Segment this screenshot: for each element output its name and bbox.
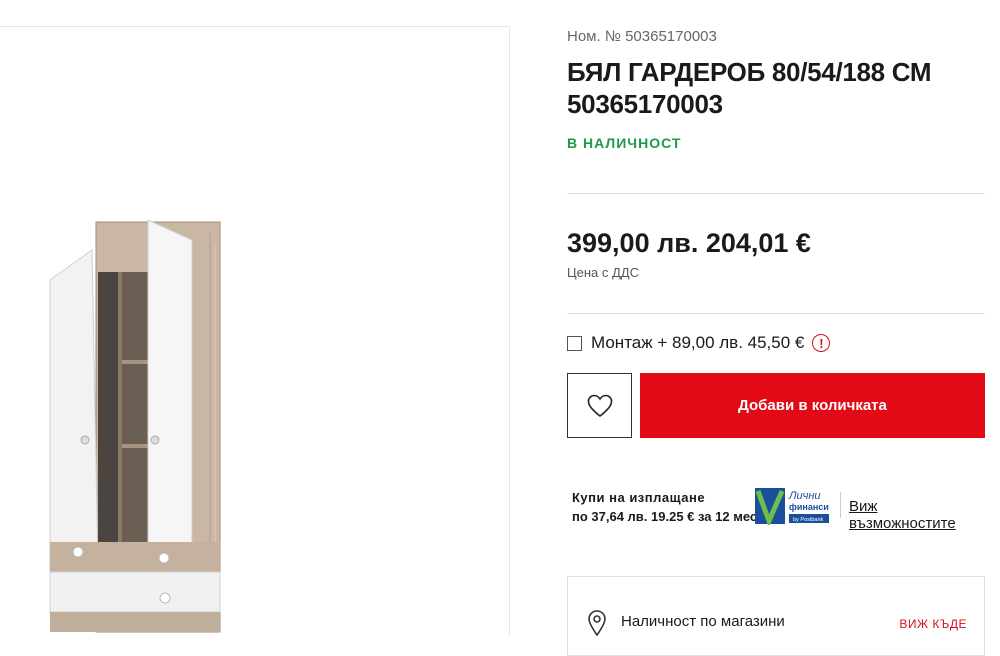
info-alert-icon[interactable]: !: [812, 334, 831, 352]
divider: [567, 193, 985, 194]
assembly-checkbox[interactable]: [567, 335, 582, 351]
see-options-link[interactable]: Виж възможностите: [849, 498, 985, 532]
assembly-label[interactable]: Монтаж + 89,00 лв. 45,50 €: [591, 333, 804, 353]
installment-info: Купи на изплащане по 37,64 лв. 19.25 € з…: [572, 488, 761, 526]
product-image[interactable]: [40, 212, 240, 647]
add-to-cart-button[interactable]: Добави в количката: [640, 373, 985, 438]
title-line-2: 50365170003: [567, 89, 723, 119]
partner-name-3: by Postbank: [793, 517, 824, 523]
separator: [840, 492, 841, 518]
title-line-1: БЯЛ ГАРДЕРОБ 80/54/188 СМ: [567, 57, 932, 87]
store-availability[interactable]: Наличност по магазини ВИЖ КЪДЕ: [567, 576, 985, 656]
product-gallery[interactable]: [0, 27, 510, 636]
installment-title: Купи на изплащане: [572, 490, 706, 505]
location-pin-icon: [588, 610, 606, 636]
installment-terms: по 37,64 лв. 19.25 € за 12 мес.: [572, 509, 761, 524]
partner-name-1: Лични: [788, 490, 821, 502]
store-availability-label: Наличност по магазини: [621, 613, 785, 630]
heart-icon: [587, 394, 612, 417]
see-where-link[interactable]: ВИЖ КЪДЕ: [899, 617, 967, 631]
divider: [567, 313, 985, 314]
availability-badge: В НАЛИЧНОСТ: [567, 135, 682, 151]
price: 399,00 лв. 204,01 €: [567, 228, 811, 258]
assembly-option[interactable]: Монтаж + 89,00 лв. 45,50 € !: [567, 333, 831, 353]
vat-note: Цена с ДДС: [567, 265, 639, 280]
partner-logo: Лични финанси by Postbank: [755, 487, 833, 528]
page-title: БЯЛ ГАРДЕРОБ 80/54/188 СМ 50365170003: [567, 56, 932, 120]
wishlist-button[interactable]: [567, 373, 632, 438]
partner-name-2: финанси: [789, 502, 829, 512]
sku-number: Ном. № 50365170003: [567, 28, 717, 45]
